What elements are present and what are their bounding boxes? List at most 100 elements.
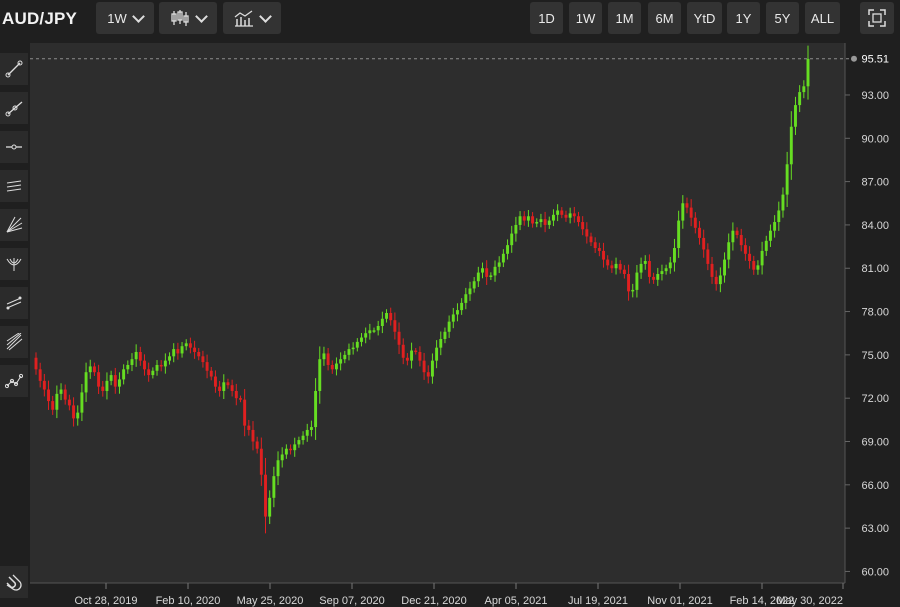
candle-body <box>126 364 130 370</box>
candle-body <box>748 253 752 262</box>
candle-body <box>664 268 668 272</box>
candle-body <box>130 359 134 365</box>
candle-body <box>376 325 380 331</box>
candle-body <box>38 369 42 381</box>
candle-body <box>602 250 605 260</box>
candle-body <box>789 126 793 165</box>
candle-body <box>589 236 593 243</box>
candle-body <box>702 237 706 250</box>
candle-body <box>272 476 276 498</box>
candle-body <box>393 320 397 332</box>
candle-body <box>768 230 772 241</box>
candle-body <box>593 242 597 249</box>
candle-body <box>55 393 59 410</box>
candle-body <box>334 363 338 370</box>
candle-body <box>42 380 46 390</box>
candle-body <box>122 369 126 380</box>
y-tick-label: 60.00 <box>861 566 889 578</box>
candle-body <box>243 399 247 426</box>
candle-body <box>76 412 80 419</box>
y-tick-label: 93.00 <box>861 90 889 102</box>
x-tick-label: Nov 01, 2021 <box>647 595 712 607</box>
candle-body <box>777 210 781 223</box>
price-chart[interactable]: 60.00 63.00 66.00 69.00 72.00 75.00 78.00 81.00… <box>0 0 900 607</box>
candle-body <box>430 360 434 377</box>
candle-body <box>756 265 760 270</box>
x-tick-label: Sep 07, 2020 <box>319 595 384 607</box>
candle-body <box>343 354 347 360</box>
candle-body <box>239 398 242 400</box>
y-tick-label: 75.00 <box>861 350 889 362</box>
candle-body <box>138 351 142 361</box>
candle-body <box>451 314 455 322</box>
candle-body <box>639 263 643 273</box>
candle-body <box>188 343 192 348</box>
candle-body <box>577 216 580 223</box>
candle-body <box>485 268 489 277</box>
candle-body <box>213 376 217 387</box>
candle-body <box>643 261 647 264</box>
candle-body <box>522 216 526 221</box>
candle-body <box>309 427 313 430</box>
candle-body <box>677 220 681 249</box>
candle-body <box>184 343 188 347</box>
y-tick-label: 90.00 <box>861 133 889 145</box>
candle-body <box>63 389 67 400</box>
candle-body <box>518 216 522 225</box>
candle-body <box>794 105 797 127</box>
candle-body <box>314 390 318 428</box>
candle-body <box>293 444 297 451</box>
candle-body <box>460 302 464 311</box>
candle-body <box>718 275 722 285</box>
candle-body <box>468 288 472 295</box>
candle-body <box>618 263 622 270</box>
candle-body <box>493 266 497 276</box>
candle-body <box>159 364 163 367</box>
candle-body <box>693 217 697 228</box>
candle-body <box>255 441 259 449</box>
candle-body <box>247 425 251 430</box>
candle-body <box>447 321 451 332</box>
candle-body <box>218 386 222 391</box>
candle-body <box>631 289 635 292</box>
candle-body <box>760 250 764 266</box>
candle-body <box>572 213 576 217</box>
candle-body <box>172 349 176 357</box>
candle-body <box>155 364 159 371</box>
candle-body <box>234 390 238 399</box>
candle-body <box>289 448 293 451</box>
candle-body <box>301 435 305 441</box>
candle-body <box>547 220 551 225</box>
candle-body <box>489 275 493 277</box>
candle-body <box>668 262 672 269</box>
candle-body <box>209 370 213 377</box>
candle-body <box>113 375 117 387</box>
y-tick-label: 66.00 <box>861 480 889 492</box>
candle-body <box>372 330 376 332</box>
candle-body <box>347 349 351 355</box>
candle-body <box>34 357 38 370</box>
y-tick-label: 63.00 <box>861 523 889 535</box>
candle-body <box>67 399 71 406</box>
candle-body <box>72 405 76 419</box>
candle-body <box>297 440 301 445</box>
candle-body <box>752 261 756 270</box>
candle-body <box>739 235 743 246</box>
candle-body <box>201 356 205 363</box>
candle-body <box>109 375 113 381</box>
x-tick-label: May 25, 2020 <box>237 595 304 607</box>
candle-body <box>568 213 572 218</box>
candle-body <box>635 272 639 290</box>
candles-layer <box>34 45 810 534</box>
y-tick-label: 84.00 <box>861 220 889 232</box>
candle-body <box>506 245 510 254</box>
candle-body <box>764 240 768 251</box>
candle-body <box>439 338 443 348</box>
candle-body <box>727 242 731 260</box>
candle-body <box>84 372 88 393</box>
candle-body <box>560 210 564 215</box>
candle-body <box>259 448 263 475</box>
candle-body <box>226 382 230 386</box>
candle-body <box>806 58 810 87</box>
candle-body <box>464 294 468 303</box>
